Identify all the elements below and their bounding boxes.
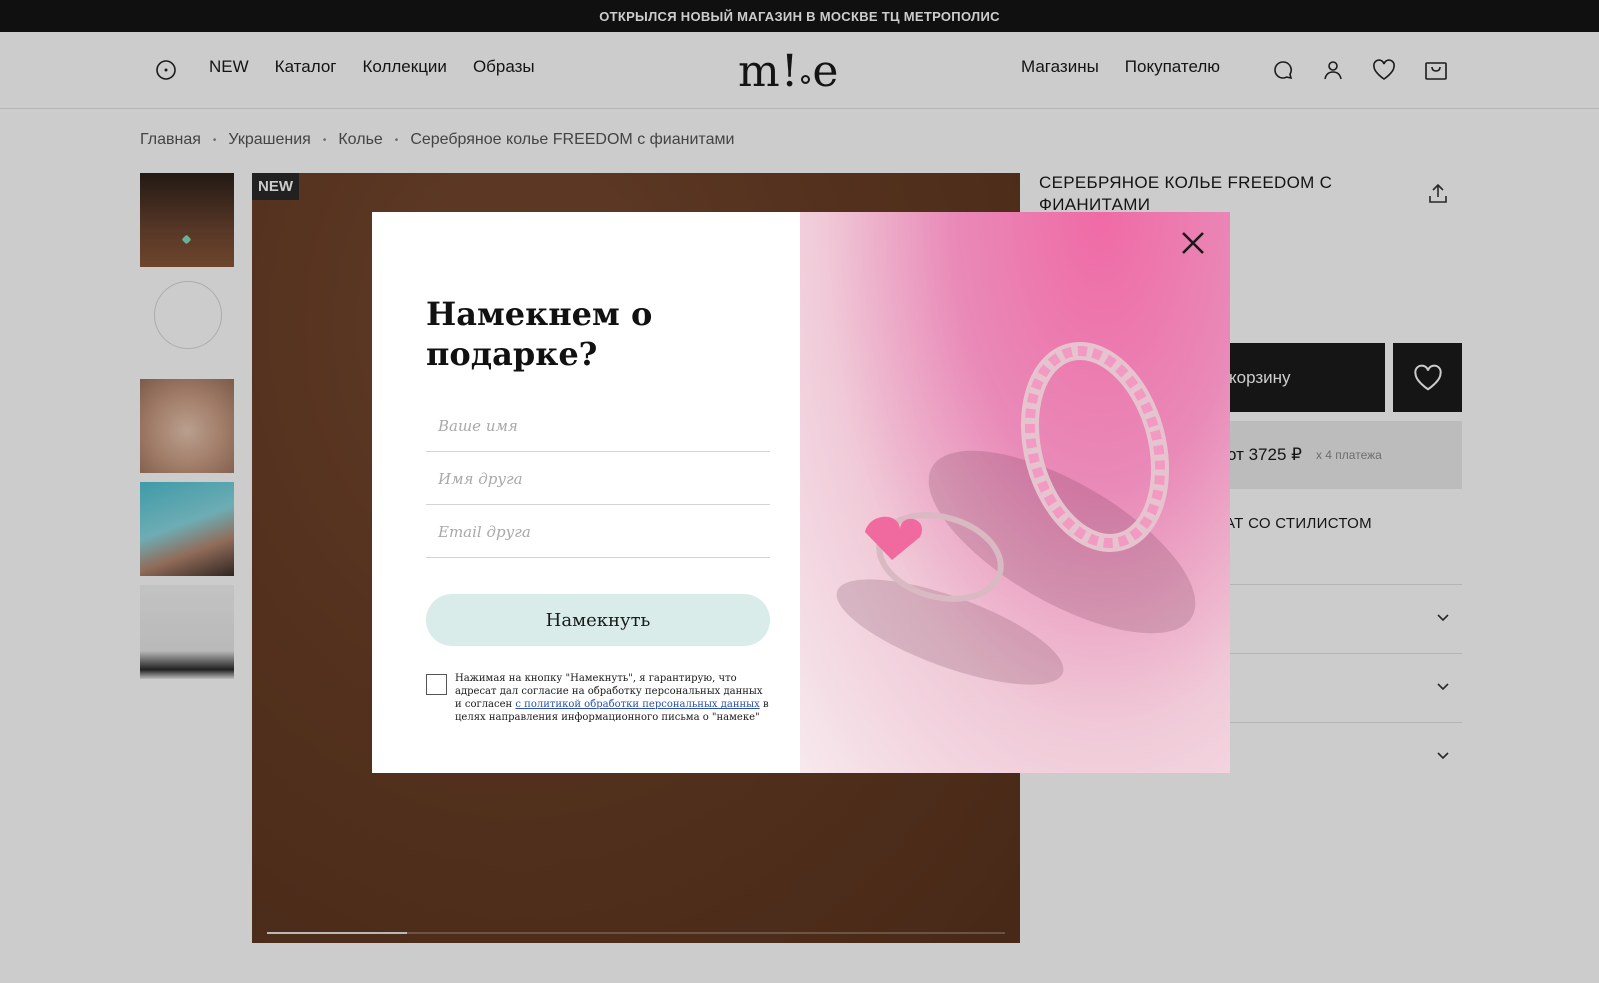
consent-checkbox[interactable]	[426, 674, 447, 695]
consent-block: Нажимая на кнопку "Намекнуть", я гаранти…	[426, 672, 770, 724]
friend-email-field	[426, 506, 770, 558]
close-icon	[1182, 232, 1204, 254]
friend-name-field	[426, 453, 770, 505]
your-name-input[interactable]	[426, 400, 770, 451]
hint-form: Намекнем о подарке? Намекнуть Нажимая на…	[372, 212, 800, 773]
rings-photo	[800, 212, 1230, 773]
privacy-policy-link[interactable]: с политикой обработки персональных данны…	[515, 699, 759, 710]
modal-title: Намекнем о подарке?	[426, 295, 653, 373]
close-modal-button[interactable]	[1180, 230, 1216, 266]
rings-illustration	[836, 341, 1196, 685]
consent-text: Нажимая на кнопку "Намекнуть", я гаранти…	[455, 672, 770, 724]
friend-name-input[interactable]	[426, 453, 770, 504]
friend-email-input[interactable]	[426, 506, 770, 557]
your-name-field	[426, 400, 770, 452]
hint-gift-modal: Намекнем о подарке? Намекнуть Нажимая на…	[372, 212, 1230, 773]
hint-submit-button[interactable]: Намекнуть	[426, 594, 770, 646]
